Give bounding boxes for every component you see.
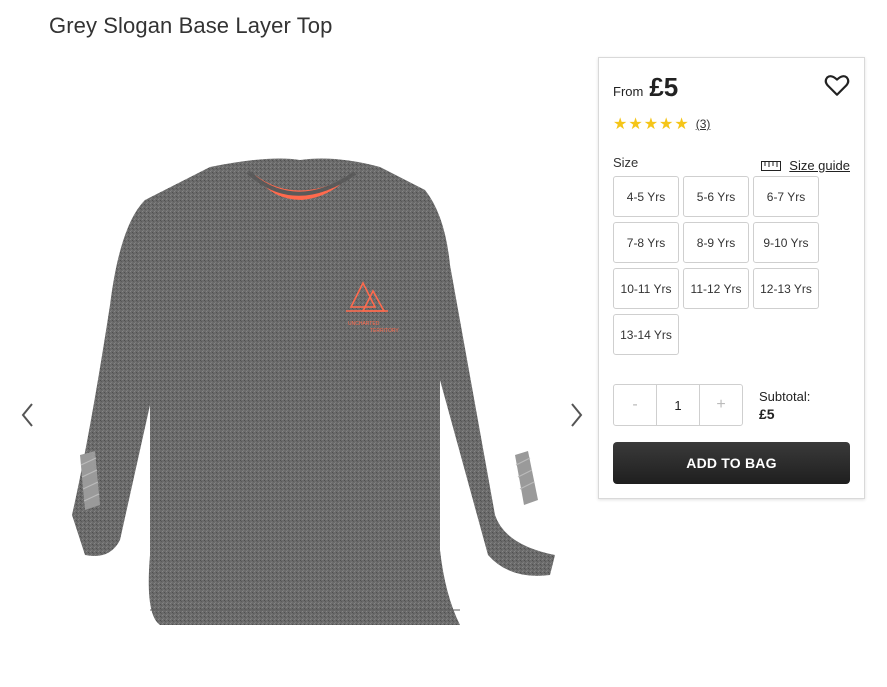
size-guide-label: Size guide: [789, 158, 850, 173]
review-count-link[interactable]: (3): [696, 117, 711, 131]
add-to-bag-button[interactable]: ADD TO BAG: [613, 442, 850, 484]
size-option[interactable]: 4-5 Yrs: [613, 176, 679, 217]
size-option[interactable]: 10-11 Yrs: [613, 268, 679, 309]
size-option[interactable]: 13-14 Yrs: [613, 314, 679, 355]
print-text-2: TERRITORY: [370, 328, 399, 334]
product-image: UNCHARTED TERRITORY: [72, 158, 555, 625]
size-option[interactable]: 5-6 Yrs: [683, 176, 749, 217]
size-option[interactable]: 7-8 Yrs: [613, 222, 679, 263]
price: £5: [649, 72, 679, 102]
size-options: 4-5 Yrs 5-6 Yrs 6-7 Yrs 7-8 Yrs 8-9 Yrs …: [613, 176, 853, 355]
size-guide-link[interactable]: Size guide: [761, 158, 850, 173]
chevron-left-icon: [21, 403, 33, 427]
size-option[interactable]: 9-10 Yrs: [753, 222, 819, 263]
size-option[interactable]: 6-7 Yrs: [753, 176, 819, 217]
size-option[interactable]: 8-9 Yrs: [683, 222, 749, 263]
size-label: Size: [613, 155, 639, 170]
chevron-right-icon: [571, 403, 583, 427]
subtotal-label: Subtotal:: [759, 389, 811, 404]
from-label: From: [613, 84, 644, 99]
quantity-stepper: - 1 +: [613, 384, 743, 426]
wishlist-button[interactable]: [824, 72, 850, 98]
purchase-panel: From £5 ★★★★★ (3) Size Size guide 4-5 Yr…: [598, 57, 865, 499]
print-text-1: UNCHARTED: [348, 321, 380, 327]
quantity-increase-button[interactable]: +: [700, 385, 742, 425]
quantity-field[interactable]: 1: [656, 385, 700, 425]
subtotal-value: £5: [759, 406, 775, 422]
price-row: From £5: [613, 72, 678, 103]
gallery-prev-button[interactable]: [18, 400, 38, 430]
size-option[interactable]: 11-12 Yrs: [683, 268, 749, 309]
rating: ★★★★★ (3): [613, 114, 710, 134]
quantity-decrease-button[interactable]: -: [614, 385, 656, 425]
heart-icon: [824, 75, 850, 96]
subtotal: Subtotal: £5: [759, 389, 810, 422]
star-rating-icon: ★★★★★: [613, 116, 690, 133]
size-option[interactable]: 12-13 Yrs: [753, 268, 819, 309]
product-gallery: UNCHARTED TERRITORY: [0, 60, 600, 680]
product-title: Grey Slogan Base Layer Top: [49, 13, 333, 38]
ruler-icon: [761, 160, 782, 171]
gallery-next-button[interactable]: [566, 400, 586, 430]
